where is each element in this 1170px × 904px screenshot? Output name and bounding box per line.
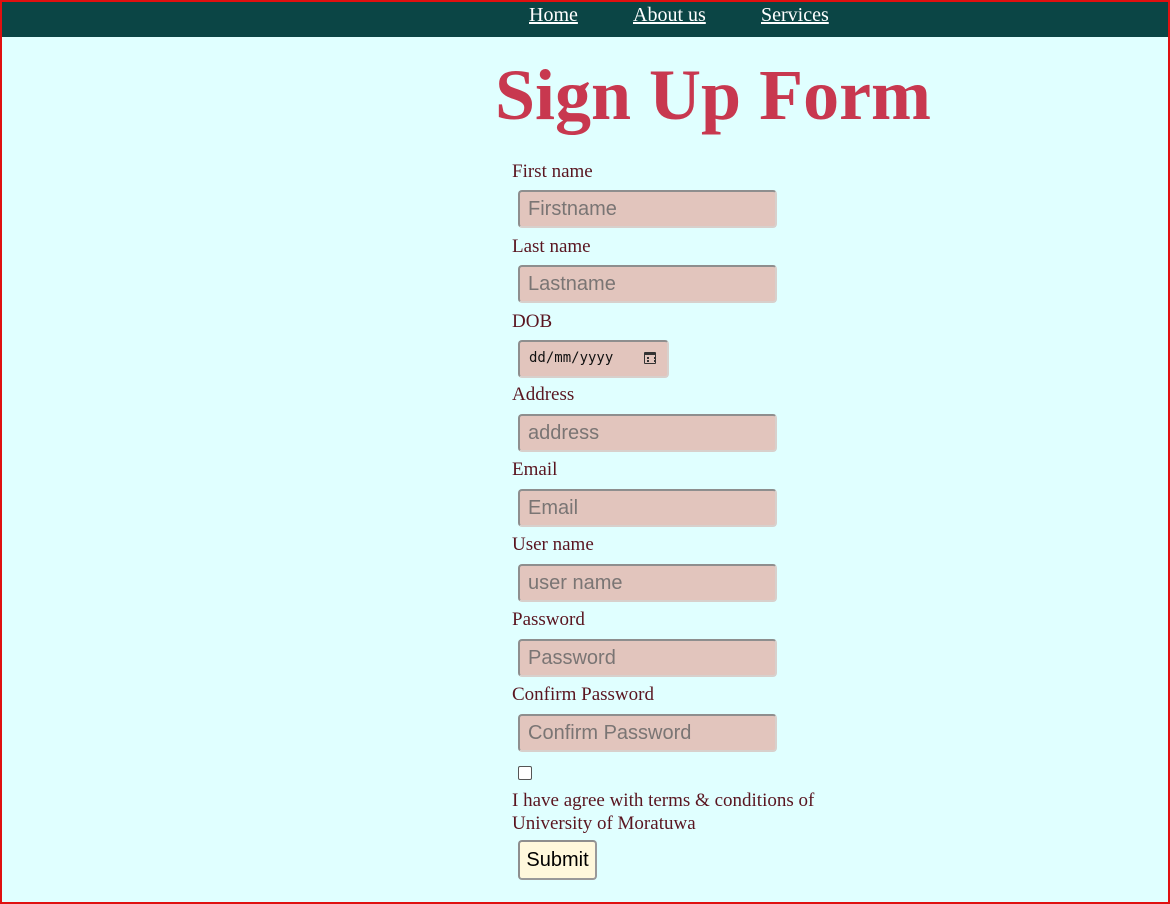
dob-date-input[interactable]: dd/mm/yyyy	[518, 340, 669, 378]
navbar: Home About us Services	[2, 2, 1168, 37]
username-input[interactable]	[518, 564, 777, 602]
submit-button[interactable]: Submit	[518, 840, 597, 880]
confirm-password-input[interactable]	[518, 714, 777, 752]
page-title: Sign Up Form	[494, 55, 932, 135]
dob-date-text: dd/mm/yyyy	[529, 350, 614, 366]
calendar-icon[interactable]	[644, 352, 656, 364]
nav-link-home[interactable]: Home	[529, 4, 578, 27]
address-label: Address	[512, 384, 575, 405]
nav-link-about[interactable]: About us	[633, 4, 706, 27]
username-label: User name	[512, 534, 594, 555]
terms-label: I have agree with terms & conditions of …	[512, 790, 815, 834]
password-label: Password	[512, 609, 585, 630]
confirm-password-label: Confirm Password	[512, 684, 654, 705]
last-name-label: Last name	[512, 236, 591, 257]
last-name-input[interactable]	[518, 265, 777, 303]
password-input[interactable]	[518, 639, 777, 677]
first-name-input[interactable]	[518, 190, 777, 228]
email-input[interactable]	[518, 489, 777, 527]
terms-checkbox[interactable]	[518, 766, 532, 780]
nav-link-services[interactable]: Services	[761, 4, 829, 27]
address-input[interactable]	[518, 414, 777, 452]
email-label: Email	[512, 459, 558, 480]
dob-label: DOB	[512, 311, 553, 332]
first-name-label: First name	[512, 161, 593, 182]
